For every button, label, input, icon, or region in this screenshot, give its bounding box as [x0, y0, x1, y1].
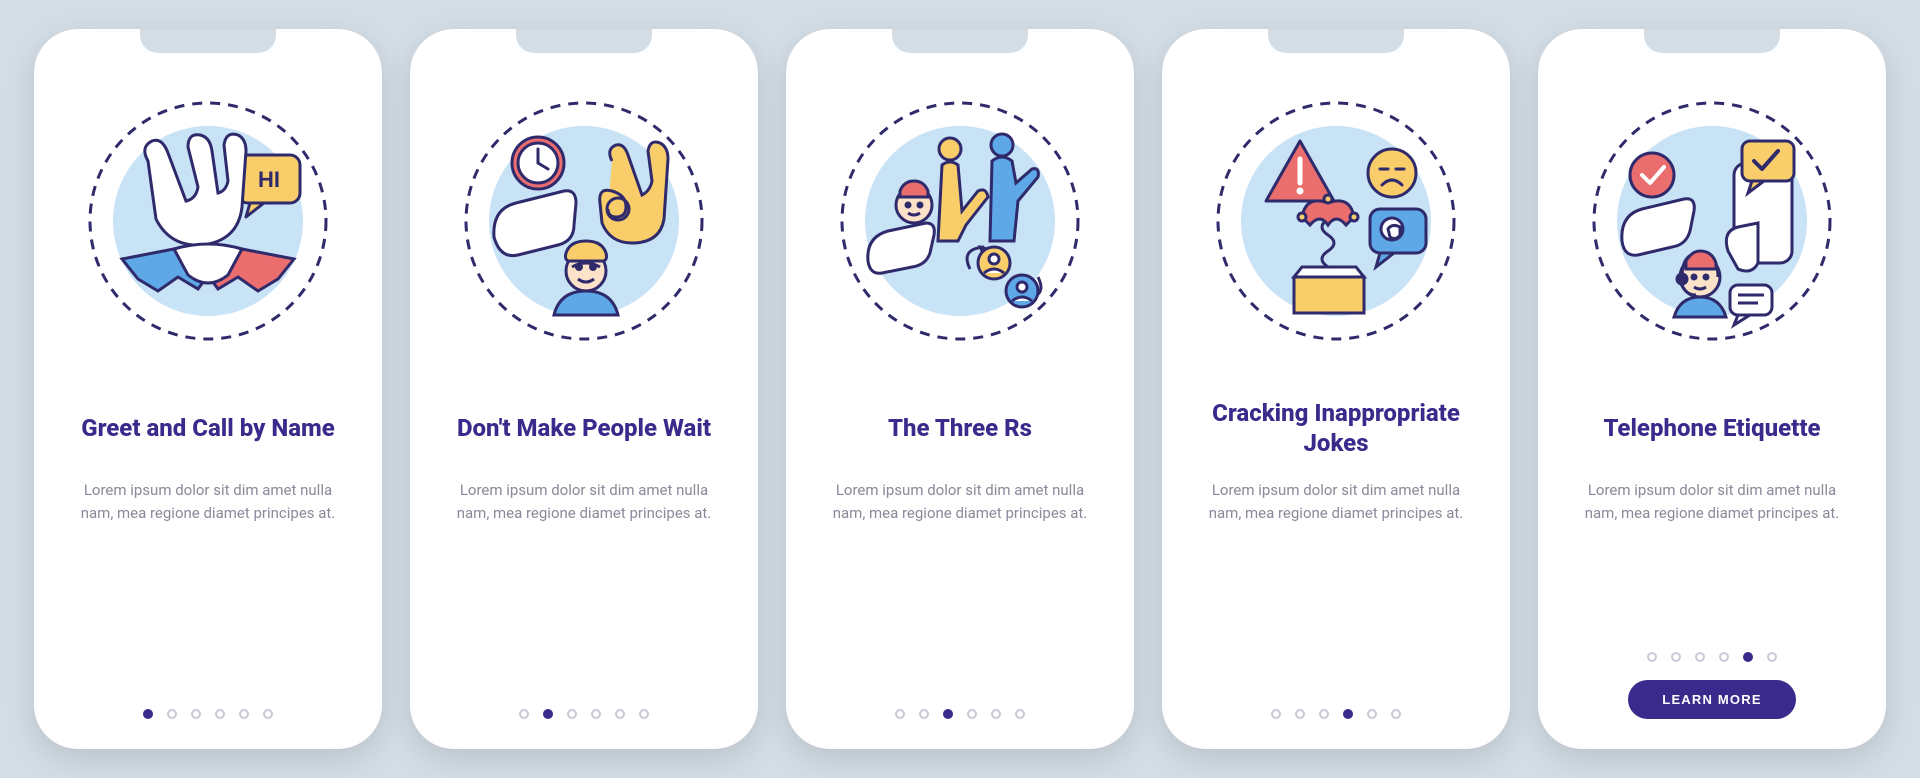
pagination-dot[interactable] [639, 709, 649, 719]
screen-description: Lorem ipsum dolor sit dim amet nulla nam… [814, 479, 1106, 575]
pagination-dot[interactable] [615, 709, 625, 719]
pagination-dot[interactable] [991, 709, 1001, 719]
screen-description: Lorem ipsum dolor sit dim amet nulla nam… [62, 479, 354, 575]
pagination-dot[interactable] [1343, 709, 1353, 719]
screen-footer [62, 709, 354, 719]
pagination-dot[interactable] [1295, 709, 1305, 719]
screen-footer [438, 709, 730, 719]
pagination-dot[interactable] [943, 709, 953, 719]
pagination-dot[interactable] [215, 709, 225, 719]
pagination-dot[interactable] [895, 709, 905, 719]
pagination-dot[interactable] [543, 709, 553, 719]
dont-wait-icon [454, 91, 714, 351]
svg-text:HI: HI [258, 167, 280, 192]
phone-notch [1268, 29, 1404, 53]
pagination-dot[interactable] [519, 709, 529, 719]
pagination-dot[interactable] [1391, 709, 1401, 719]
pagination-dot[interactable] [1695, 652, 1705, 662]
phone-notch [516, 29, 652, 53]
pagination-dot[interactable] [967, 709, 977, 719]
pagination-dot[interactable] [1271, 709, 1281, 719]
pagination-dot[interactable] [1767, 652, 1777, 662]
pagination-dot[interactable] [263, 709, 273, 719]
inappropriate-jokes-icon [1206, 91, 1466, 351]
screen-title: The Three Rs [878, 383, 1042, 473]
learn-more-button[interactable]: LEARN MORE [1628, 680, 1795, 719]
pagination-dot[interactable] [567, 709, 577, 719]
pagination-dot[interactable] [1647, 652, 1657, 662]
screen-title: Don't Make People Wait [447, 383, 721, 473]
screen-title: Cracking Inappropriate Jokes [1190, 383, 1482, 473]
phone-notch [140, 29, 276, 53]
phone-notch [1644, 29, 1780, 53]
onboarding-screen: Don't Make People Wait Lorem ipsum dolor… [410, 29, 758, 749]
pagination-dots [1647, 652, 1777, 662]
screen-footer [1190, 709, 1482, 719]
pagination-dots [519, 709, 649, 719]
phone-notch [892, 29, 1028, 53]
pagination-dot[interactable] [1015, 709, 1025, 719]
screen-footer: LEARN MORE [1566, 652, 1858, 719]
three-rs-icon [830, 91, 1090, 351]
pagination-dot[interactable] [167, 709, 177, 719]
pagination-dots [143, 709, 273, 719]
pagination-dots [895, 709, 1025, 719]
pagination-dot[interactable] [1671, 652, 1681, 662]
pagination-dot[interactable] [1719, 652, 1729, 662]
pagination-dot[interactable] [1367, 709, 1377, 719]
telephone-etiquette-icon [1582, 91, 1842, 351]
onboarding-screen: HI Greet and Call by Name Lorem ipsum do… [34, 29, 382, 749]
onboarding-screen: The Three Rs Lorem ipsum dolor sit dim a… [786, 29, 1134, 749]
pagination-dot[interactable] [191, 709, 201, 719]
pagination-dot[interactable] [1319, 709, 1329, 719]
pagination-dot[interactable] [591, 709, 601, 719]
pagination-dots [1271, 709, 1401, 719]
screen-description: Lorem ipsum dolor sit dim amet nulla nam… [1566, 479, 1858, 575]
pagination-dot[interactable] [239, 709, 249, 719]
greet-handshake-icon: HI [78, 91, 338, 351]
onboarding-screen: Cracking Inappropriate Jokes Lorem ipsum… [1162, 29, 1510, 749]
onboarding-screen: Telephone Etiquette Lorem ipsum dolor si… [1538, 29, 1886, 749]
screen-footer [814, 709, 1106, 719]
pagination-dot[interactable] [1743, 652, 1753, 662]
screen-title: Greet and Call by Name [71, 383, 345, 473]
screen-description: Lorem ipsum dolor sit dim amet nulla nam… [438, 479, 730, 575]
pagination-dot[interactable] [919, 709, 929, 719]
onboarding-screens-row: HI Greet and Call by Name Lorem ipsum do… [0, 0, 1920, 778]
screen-title: Telephone Etiquette [1593, 383, 1830, 473]
pagination-dot[interactable] [143, 709, 153, 719]
screen-description: Lorem ipsum dolor sit dim amet nulla nam… [1190, 479, 1482, 575]
